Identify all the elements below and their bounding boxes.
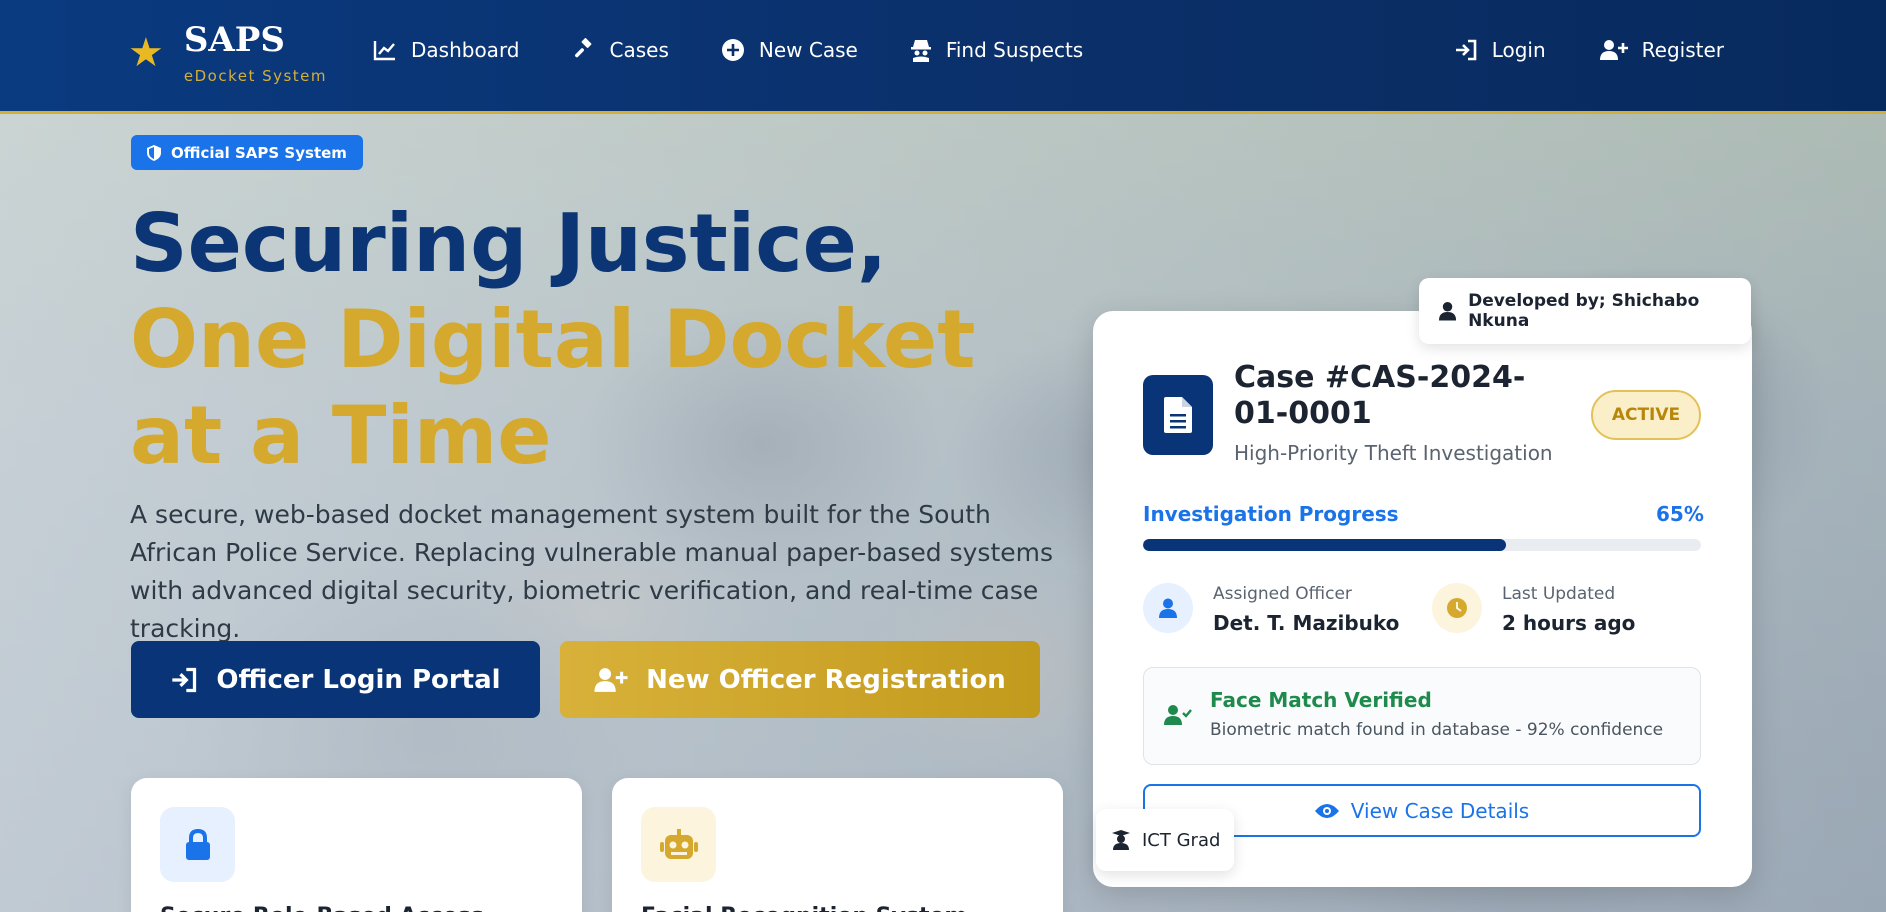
- official-badge: Official SAPS System: [131, 135, 363, 170]
- officer-label: Assigned Officer: [1213, 584, 1352, 604]
- hero-title: Securing Justice, One Digital Docket at …: [130, 196, 1030, 484]
- star-icon: ★: [128, 30, 164, 76]
- feature-card-recognition[interactable]: Facial Recognition System: [612, 778, 1063, 912]
- progress-bar-fill: [1143, 539, 1506, 551]
- nav-login[interactable]: Login: [1454, 38, 1546, 62]
- hero-title-line2: One Digital Docket at a Time: [130, 293, 976, 482]
- face-match-text: Biometric match found in database - 92% …: [1210, 720, 1664, 740]
- progress-bar: [1143, 539, 1701, 551]
- case-number: Case #CAS-2024-01-0001: [1234, 360, 1526, 431]
- brand-title: SAPS: [183, 20, 285, 60]
- nav-register-label: Register: [1641, 38, 1724, 62]
- top-navbar: ★ SAPS eDocket System Dashboard Cases Ne…: [0, 0, 1886, 114]
- officer-registration-button[interactable]: New Officer Registration: [560, 641, 1040, 718]
- shield-icon: [147, 144, 161, 161]
- clock-icon: [1432, 583, 1482, 633]
- eye-icon: [1314, 803, 1339, 818]
- officer-login-label: Officer Login Portal: [216, 664, 501, 695]
- face-match-title: Face Match Verified: [1210, 688, 1432, 712]
- document-icon: [1143, 375, 1213, 455]
- official-badge-label: Official SAPS System: [171, 143, 347, 162]
- nav-dashboard-label: Dashboard: [411, 38, 520, 62]
- ict-grad-label: ICT Grad: [1142, 829, 1221, 851]
- updated-label: Last Updated: [1502, 584, 1616, 604]
- ict-grad-tag: ICT Grad: [1096, 809, 1234, 871]
- nav-cases[interactable]: Cases: [572, 38, 669, 62]
- feature-title-recognition: Facial Recognition System: [641, 904, 967, 912]
- officer-login-button[interactable]: Officer Login Portal: [131, 641, 540, 718]
- hero-title-line1: Securing Justice,: [130, 197, 888, 290]
- nav-register[interactable]: Register: [1599, 38, 1724, 62]
- user-plus-icon: [1599, 40, 1628, 60]
- user-plus-icon: [594, 667, 628, 692]
- nav-new-case[interactable]: New Case: [721, 38, 858, 62]
- graduate-icon: [1112, 830, 1130, 850]
- developer-tag-label: Developed by; Shichabo Nkuna: [1468, 291, 1700, 331]
- sign-in-icon: [172, 667, 197, 692]
- nav-find-suspects[interactable]: Find Suspects: [910, 38, 1083, 62]
- face-match-panel: Face Match Verified Biometric match foun…: [1143, 667, 1701, 765]
- status-badge: ACTIVE: [1591, 390, 1701, 440]
- detective-icon: [910, 40, 931, 62]
- brand-logo[interactable]: ★ SAPS eDocket System: [128, 20, 327, 85]
- nav-dashboard[interactable]: Dashboard: [373, 38, 520, 62]
- user-icon: [1439, 301, 1457, 321]
- progress-label: Investigation Progress: [1143, 502, 1399, 526]
- robot-icon-wrap: [641, 807, 716, 882]
- updated-value: 2 hours ago: [1502, 611, 1636, 635]
- officer-registration-label: New Officer Registration: [646, 664, 1006, 695]
- officer-icon: [1143, 583, 1193, 633]
- officer-value: Det. T. Mazibuko: [1213, 611, 1400, 635]
- lock-icon: [185, 828, 210, 860]
- nav-login-label: Login: [1491, 38, 1546, 62]
- plus-circle-icon: [721, 39, 744, 61]
- lock-icon-wrap: [160, 807, 235, 882]
- nav-links: Dashboard Cases New Case Find Suspects: [373, 38, 1135, 62]
- feature-title-access: Secure Role-Based Access: [160, 904, 484, 912]
- case-subtitle: High-Priority Theft Investigation: [1234, 441, 1553, 465]
- gavel-icon: [574, 38, 591, 58]
- nav-cases-label: Cases: [609, 38, 669, 62]
- robot-icon: [659, 828, 698, 859]
- progress-value: 65%: [1656, 502, 1704, 526]
- developer-tag: Developed by; Shichabo Nkuna: [1419, 278, 1751, 344]
- chart-line-icon: [373, 41, 395, 61]
- user-check-icon: [1164, 705, 1192, 725]
- nav-new-case-label: New Case: [758, 38, 858, 62]
- nav-find-suspects-label: Find Suspects: [945, 38, 1084, 62]
- feature-card-access[interactable]: Secure Role-Based Access: [131, 778, 582, 912]
- nav-auth-links: Login Register: [1400, 38, 1724, 62]
- hero-description: A secure, web-based docket management sy…: [130, 500, 1054, 643]
- view-case-details-label: View Case Details: [1350, 798, 1530, 823]
- brand-subtitle: eDocket System: [183, 66, 328, 85]
- sign-in-icon: [1455, 39, 1476, 61]
